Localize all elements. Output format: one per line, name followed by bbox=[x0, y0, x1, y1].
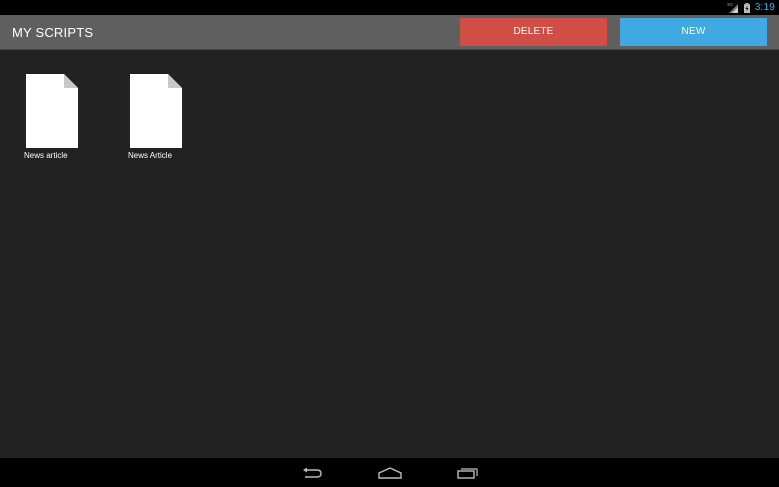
document-icon bbox=[26, 74, 78, 148]
navigation-bar bbox=[0, 458, 779, 487]
file-name: News article bbox=[24, 151, 68, 160]
screen: 3G 3:19 MY SCRIPTS DELETE NEW News artic… bbox=[0, 0, 779, 487]
battery-icon bbox=[743, 2, 750, 13]
file-item[interactable]: News Article bbox=[115, 74, 185, 164]
status-bar: 3G 3:19 bbox=[0, 0, 779, 15]
status-time: 3:19 bbox=[754, 2, 775, 13]
back-button[interactable] bbox=[287, 458, 337, 487]
delete-button[interactable]: DELETE bbox=[460, 18, 607, 46]
action-bar: MY SCRIPTS DELETE NEW bbox=[0, 15, 779, 50]
recent-apps-button[interactable] bbox=[443, 458, 493, 487]
network-type-label: 3G bbox=[727, 2, 734, 7]
page-title: MY SCRIPTS bbox=[12, 25, 94, 40]
file-item[interactable]: News article bbox=[11, 74, 81, 164]
back-icon bbox=[303, 467, 322, 478]
signal-icon: 3G bbox=[727, 2, 738, 13]
home-button[interactable] bbox=[365, 458, 415, 487]
new-button[interactable]: NEW bbox=[620, 18, 767, 46]
status-icons: 3G 3:19 bbox=[727, 0, 775, 15]
recent-apps-icon bbox=[457, 467, 478, 479]
file-name: News Article bbox=[128, 151, 173, 160]
home-icon bbox=[378, 466, 402, 479]
document-icon bbox=[130, 74, 182, 148]
